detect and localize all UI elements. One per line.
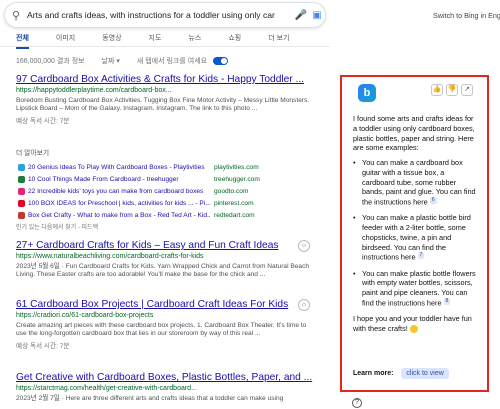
search-result: Get Creative with Cardboard Boxes, Plast… — [16, 372, 316, 403]
site-favicon-icon — [18, 187, 25, 195]
related-link-row[interactable]: 22 Incredible kids' toys you can make fr… — [16, 185, 316, 197]
thumbs-up-icon[interactable]: 👍 — [431, 84, 443, 96]
tab-divider — [0, 46, 330, 47]
bing-logo-icon: b — [358, 84, 376, 102]
site-favicon-icon — [18, 212, 25, 220]
result-title-link[interactable]: 27+ Cardboard Crafts for Kids – Easy and… — [16, 240, 316, 251]
related-link-title[interactable]: Box Get Crafty - What to make from a Box… — [28, 212, 210, 219]
lightbulb-icon[interactable]: ☼ — [298, 240, 310, 252]
related-links: 더 알아보기 20 Genius Ideas To Play With Card… — [16, 147, 316, 231]
chat-intro: I found some arts and crafts ideas for a… — [353, 114, 475, 153]
result-title-link[interactable]: 97 Cardboard Box Activities & Crafts for… — [16, 74, 316, 85]
new-tab-label: 새 탭에서 링크를 여세요 — [136, 58, 208, 65]
related-link-title[interactable]: 20 Genius Ideas To Play With Cardboard B… — [28, 164, 210, 171]
result-snippet: Boredom Busting Cardboard Box Activities… — [16, 97, 310, 113]
related-link-title[interactable]: 22 Incredible kids' toys you can make fr… — [28, 188, 210, 195]
chat-item-text: You can make plastic bottle flowers with… — [362, 268, 476, 308]
thumbs-down-icon[interactable]: 👎 — [446, 84, 458, 96]
share-icon[interactable]: ↗ — [461, 84, 473, 96]
search-input[interactable]: Arts and crafts ideas, with instructions… — [27, 10, 293, 20]
result-url[interactable]: https://www.naturalbeachliving.com/cardb… — [16, 253, 316, 260]
related-links-label: 더 알아보기 — [16, 150, 50, 157]
chat-list-item: You can make plastic bottle flowers with… — [353, 269, 477, 308]
new-tab-toggle[interactable] — [213, 57, 229, 66]
search-icon: ⚲ — [11, 9, 21, 22]
related-link-title[interactable]: 100 BOX IDEAS for Preschool | kids, acti… — [28, 200, 210, 207]
search-bar[interactable]: ⚲ Arts and crafts ideas, with instructio… — [4, 2, 326, 28]
results-stats: 166,000,000 결과 정보 날짜 ▾ 새 탭에서 링크를 여세요 — [16, 56, 229, 66]
result-url[interactable]: https://happytoddlerplaytime.com/cardboa… — [16, 87, 316, 94]
chat-list-item: You can make a cardboard box guitar with… — [353, 158, 477, 207]
chat-outro: I hope you and your toddler have fun wit… — [353, 314, 477, 334]
result-meta: 예상 독서 시간: 7분 — [16, 118, 70, 126]
site-favicon-icon — [18, 200, 25, 208]
smile-emoji-icon — [409, 324, 418, 333]
related-link-domain: playtivities.com — [214, 163, 259, 171]
result-title-link[interactable]: 61 Cardboard Box Projects | Cardboard Cr… — [16, 299, 316, 310]
related-link-domain: redtedart.com — [214, 212, 255, 220]
search-result: 61 Cardboard Box Projects | Cardboard Cr… — [16, 299, 316, 350]
related-link-domain: pinterest.com — [214, 200, 254, 208]
chat-item-text: You can make a plastic bottle bird feede… — [362, 213, 471, 262]
citation-link[interactable]: 8 — [443, 297, 451, 305]
results-count: 166,000,000 결과 정보 — [16, 58, 85, 65]
click-to-view-button[interactable]: click to view — [401, 368, 449, 379]
related-link-row[interactable]: 100 BOX IDEAS for Preschool | kids, acti… — [16, 198, 316, 210]
related-link-title[interactable]: 10 Cool Things Made From Cardboard - tre… — [28, 176, 210, 183]
learn-more-label: Learn more: — [353, 370, 394, 377]
chat-item-text: You can make a cardboard box guitar with… — [362, 158, 476, 207]
visual-search-icon[interactable]: ▣ — [309, 10, 325, 21]
chevron-down-icon: ▾ — [116, 58, 120, 65]
related-links-footer: 인기 있는 다음에서 찾기 - 피드백 — [16, 224, 99, 231]
related-link-domain: treehugger.com — [214, 175, 260, 183]
related-link-row[interactable]: Box Get Crafty - What to make from a Box… — [16, 210, 316, 222]
chat-answer: I found some arts and crafts ideas for a… — [353, 114, 477, 339]
result-url[interactable]: https://cradiori.co/61-cardboard-box-pro… — [16, 312, 316, 319]
result-meta: 예상 독서 시간: 7분 — [16, 343, 70, 351]
learn-more: Learn more: click to view — [353, 368, 449, 379]
result-snippet: 2023년 5월 6일 · Fun Cardboard Crafts for K… — [16, 263, 310, 279]
search-result: 97 Cardboard Box Activities & Crafts for… — [16, 74, 316, 125]
result-url[interactable]: https://starctmag.com/health/get-creativ… — [16, 385, 316, 392]
related-link-domain: goodto.com — [214, 187, 249, 195]
switch-language-link[interactable]: Switch to Bing in Engl — [433, 11, 500, 20]
result-snippet: Create amazing art pieces with these car… — [16, 322, 307, 338]
chat-list: You can make a cardboard box guitar with… — [353, 158, 477, 308]
related-link-row[interactable]: 10 Cool Things Made From Cardboard - tre… — [16, 173, 316, 185]
help-icon[interactable]: ? — [352, 398, 362, 408]
result-title-link[interactable]: Get Creative with Cardboard Boxes, Plast… — [16, 372, 316, 383]
site-favicon-icon — [18, 175, 25, 183]
related-link-row[interactable]: 20 Genius Ideas To Play With Cardboard B… — [16, 161, 316, 173]
chat-list-item: You can make a plastic bottle bird feede… — [353, 213, 477, 262]
search-result: 27+ Cardboard Crafts for Kids – Easy and… — [16, 240, 316, 279]
citation-link[interactable]: 7 — [417, 252, 425, 260]
microphone-icon[interactable]: 🎤 — [293, 10, 309, 21]
site-favicon-icon — [18, 163, 25, 171]
citation-link[interactable]: 6 — [429, 197, 437, 204]
date-filter[interactable]: 날짜 — [102, 58, 115, 65]
lightbulb-icon[interactable]: ☼ — [298, 299, 310, 311]
result-snippet: 2023년 2월 7일 · Here are three different a… — [16, 395, 284, 402]
